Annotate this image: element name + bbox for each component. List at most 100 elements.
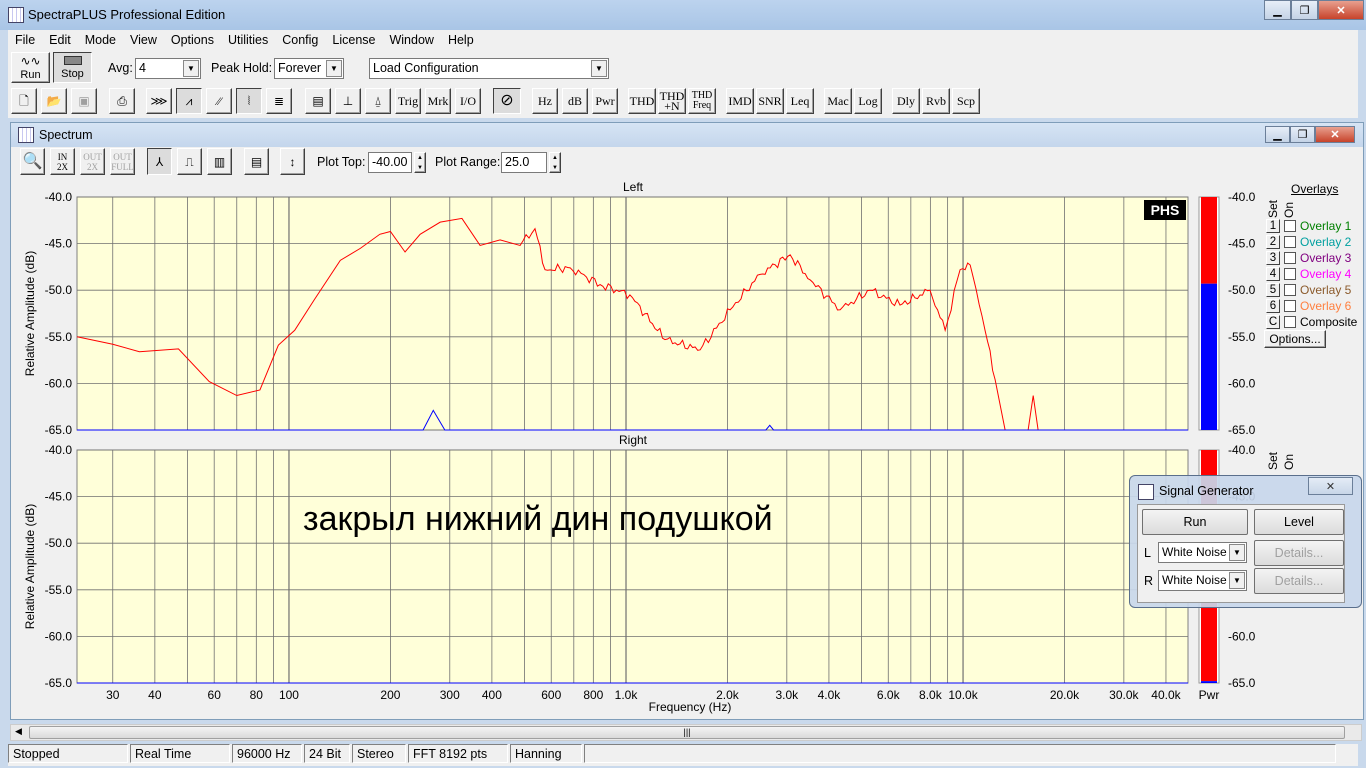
signal-generator-icon	[1138, 484, 1154, 500]
x-axis-label: Frequency (Hz)	[649, 700, 732, 714]
overlay-label: Overlay 5	[1300, 283, 1352, 297]
overlay-set-button[interactable]: 2	[1266, 235, 1280, 249]
meter-tick-label: -50.0	[1228, 283, 1256, 297]
overlay-checkbox[interactable]	[1284, 284, 1296, 296]
overlay-label: Overlay 3	[1300, 251, 1352, 265]
x-tick-label: 300	[440, 688, 460, 702]
y-axis-label: Relative Amplitude (dB)	[23, 504, 37, 629]
x-tick-label: 800	[583, 688, 603, 702]
x-tick-label: 4.0k	[818, 688, 842, 702]
status-run-state: Stopped	[8, 744, 128, 763]
y-tick-label: -65.0	[45, 676, 73, 690]
meter-tick-label: -65.0	[1228, 423, 1256, 437]
x-tick-label: 8.0k	[919, 688, 943, 702]
y-axis-label: Relative Amplitude (dB)	[23, 251, 37, 376]
overlay-row: C Composite	[1266, 314, 1357, 330]
overlay-row: 6 Overlay 6	[1266, 298, 1351, 314]
status-bar: Stopped Real Time 96000 Hz 24 Bit Stereo…	[8, 744, 1358, 766]
overlay-label: Composite	[1300, 315, 1358, 329]
overlay-checkbox[interactable]	[1284, 268, 1296, 280]
status-mode: Real Time	[130, 744, 230, 763]
signal-generator-close-button[interactable]: ✕	[1308, 477, 1353, 495]
overlay-row: 3 Overlay 3	[1266, 250, 1351, 266]
set-header: Set	[1266, 200, 1280, 219]
y-tick-label: -40.0	[45, 190, 73, 204]
x-tick-label: 80	[250, 688, 264, 702]
x-tick-label: 20.0k	[1050, 688, 1080, 702]
signal-generator-title: Signal Generator	[1159, 484, 1254, 498]
y-tick-label: -45.0	[45, 490, 73, 504]
plot-title: Right	[619, 433, 648, 447]
overlay-row: 4 Overlay 4	[1266, 266, 1351, 282]
y-tick-label: -55.0	[45, 330, 73, 344]
x-tick-label: 40.0k	[1151, 688, 1181, 702]
overlay-checkbox[interactable]	[1284, 220, 1296, 232]
meter-tick-label: -40.0	[1228, 190, 1256, 204]
overlay-checkbox[interactable]	[1284, 252, 1296, 264]
y-tick-label: -50.0	[45, 536, 73, 550]
x-tick-label: 100	[279, 688, 299, 702]
overlay-options-button[interactable]: Options...	[1264, 330, 1326, 348]
chevron-down-icon: ▼	[1229, 544, 1245, 561]
on-header: On	[1282, 202, 1296, 219]
meter-label: Pwr	[1199, 688, 1220, 702]
horizontal-scrollbar[interactable]: ◀ |||	[10, 724, 1362, 741]
meter-tick-label: -55.0	[1228, 330, 1256, 344]
scroll-thumb[interactable]: |||	[29, 726, 1345, 739]
signal-generator-window: Signal Generator ✕ Run Level L White Noi…	[1129, 475, 1362, 608]
x-tick-label: 200	[380, 688, 400, 702]
overlay-set-button[interactable]: 6	[1266, 299, 1280, 313]
status-bit-depth: 24 Bit	[304, 744, 350, 763]
overlay-set-button[interactable]: 3	[1266, 251, 1280, 265]
y-tick-label: -65.0	[45, 423, 73, 437]
x-tick-label: 10.0k	[948, 688, 978, 702]
left-details-button[interactable]: Details...	[1254, 540, 1344, 566]
right-details-button[interactable]: Details...	[1254, 568, 1344, 594]
chevron-down-icon: ▼	[1229, 572, 1245, 589]
scroll-left-icon[interactable]: ◀	[15, 726, 22, 737]
overlay-set-button[interactable]: C	[1266, 315, 1280, 329]
overlay-label: Overlay 4	[1300, 267, 1352, 281]
status-sample-rate: 96000 Hz	[232, 744, 302, 763]
overlays-title: Overlays	[1291, 182, 1339, 196]
overlay-checkbox[interactable]	[1284, 316, 1296, 328]
x-tick-label: 1.0k	[615, 688, 639, 702]
y-tick-label: -60.0	[45, 629, 73, 643]
overlay-set-button[interactable]: 5	[1266, 283, 1280, 297]
plot-title: Left	[623, 180, 644, 194]
siggen-level-button[interactable]: Level	[1254, 509, 1344, 535]
level-meter-red	[1201, 197, 1217, 284]
meter-tick-label: -60.0	[1228, 376, 1256, 390]
plot-background	[76, 196, 1189, 431]
y-tick-label: -40.0	[45, 443, 73, 457]
y-tick-label: -45.0	[45, 237, 73, 251]
overlay-row: 2 Overlay 2	[1266, 234, 1351, 250]
x-tick-label: 30	[106, 688, 120, 702]
overlay-checkbox[interactable]	[1284, 236, 1296, 248]
overlay-set-button[interactable]: 1	[1266, 219, 1280, 233]
overlay-checkbox[interactable]	[1284, 300, 1296, 312]
left-channel-label: L	[1144, 546, 1151, 560]
right-channel-label: R	[1144, 574, 1154, 588]
overlay-label: Overlay 6	[1300, 299, 1352, 313]
overlay-row: 5 Overlay 5	[1266, 282, 1351, 298]
meter-tick-label: -65.0	[1228, 676, 1256, 690]
status-extra	[584, 744, 1336, 763]
y-tick-label: -55.0	[45, 583, 73, 597]
overlay-set-button[interactable]: 4	[1266, 267, 1280, 281]
status-fft-size: FFT 8192 pts	[408, 744, 508, 763]
x-tick-label: 6.0k	[877, 688, 901, 702]
status-window: Hanning	[510, 744, 582, 763]
right-signal-select[interactable]: White Noise ▼	[1158, 570, 1247, 591]
plot-background	[76, 449, 1189, 684]
x-tick-label: 40	[148, 688, 162, 702]
spectrum-plots: Left -40.0 -40.0 -45.0 -45.0 -50.0 -50.0 -55.0 -…	[23, 180, 1256, 714]
siggen-run-button[interactable]: Run	[1142, 509, 1248, 535]
x-tick-label: 600	[541, 688, 561, 702]
on-header-right: On	[1282, 454, 1296, 471]
x-tick-label: 30.0k	[1109, 688, 1139, 702]
overlay-row: 1 Overlay 1	[1266, 218, 1351, 234]
level-meter-blue	[1201, 681, 1217, 683]
status-channels: Stereo	[352, 744, 406, 763]
left-signal-select[interactable]: White Noise ▼	[1158, 542, 1247, 563]
